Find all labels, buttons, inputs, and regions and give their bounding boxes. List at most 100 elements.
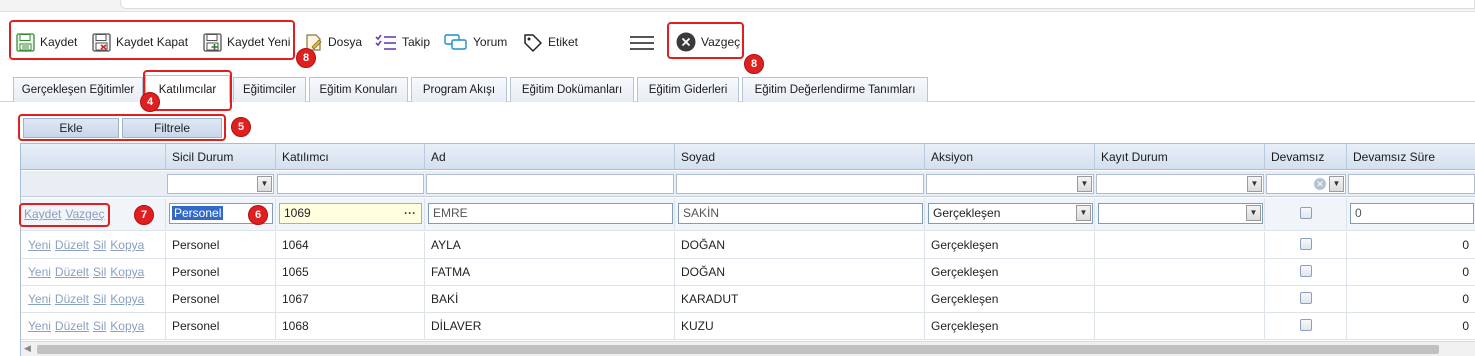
row-delete-link[interactable]: Sil [93,265,106,279]
clear-icon[interactable]: ✕ [1314,178,1326,190]
row-new-link[interactable]: Yeni [28,238,51,252]
tab-egitim-dokumanlari[interactable]: Eğitim Dokümanları [510,77,634,102]
cell-ad: AYLA [425,232,675,258]
row-copy-link[interactable]: Kopya [110,319,144,333]
annotation-badge-8b: 8 [744,54,764,74]
cell-aksiyon: Gerçekleşen [925,286,1095,312]
devamsiz-checkbox[interactable] [1300,319,1312,331]
file-label: Dosya [328,35,363,49]
scroll-left-icon[interactable]: ◀ [24,343,31,354]
follow-button[interactable]: Takip [375,27,430,57]
cell-devamsiz-sure: 0 [1347,259,1475,285]
devamsiz-checkbox[interactable] [1300,292,1312,304]
tab-egitim-konulari[interactable]: Eğitim Konuları [309,77,408,102]
save-new-icon [203,32,222,52]
chevron-down-icon[interactable]: ▼ [1246,205,1261,221]
scrollbar-thumb[interactable] [37,345,1439,354]
annotation-badge-5: 5 [231,117,251,137]
chevron-down-icon[interactable]: ▼ [257,176,272,192]
comment-button[interactable]: Yorum [444,27,507,57]
save-close-label: Kaydet Kapat [116,35,189,49]
header-devamsiz-sure[interactable]: Devamsız Süre [1347,144,1475,170]
row-delete-link[interactable]: Sil [93,292,106,306]
horizontal-scrollbar[interactable]: ◀ [21,341,1475,356]
chevron-down-icon[interactable]: ▼ [1077,176,1092,192]
row-new-link[interactable]: Yeni [28,319,51,333]
filter-sicil-durum-select[interactable]: ▼ [167,174,274,194]
filter-soyad-input[interactable] [676,174,924,194]
save-close-button[interactable]: Kaydet Kapat [92,27,188,57]
cell-sicil-durum: Personel [166,313,276,339]
cell-aksiyon: Gerçekleşen [925,232,1095,258]
cancel-button[interactable]: Vazgeç [676,27,740,57]
row-cancel-link[interactable]: Vazgeç [65,207,104,221]
lookup-ellipsis-icon[interactable]: ··· [401,204,419,223]
row-edit-link[interactable]: Düzelt [55,292,89,306]
row-copy-link[interactable]: Kopya [110,265,144,279]
row-copy-link[interactable]: Kopya [110,238,144,252]
save-new-button[interactable]: Kaydet Yeni [203,27,290,57]
row-copy-link[interactable]: Kopya [110,292,144,306]
edit-katilimci-input[interactable]: 1069 ··· [279,203,422,224]
filter-devamsiz-sure-input[interactable] [1348,174,1475,194]
cell-ad: DİLAVER [425,313,675,339]
devamsiz-checkbox[interactable] [1300,238,1312,250]
edit-soyad-input[interactable]: SAKİN [678,203,923,224]
filter-aksiyon-select[interactable]: ▼ [926,174,1094,194]
cell-sicil-durum: Personel [166,286,276,312]
toolbar: Kaydet Kaydet Kapat Kaydet Yeni Dosya Ta… [0,13,1475,65]
header-aksiyon[interactable]: Aksiyon [925,144,1095,170]
tab-egitim-degerlendirme-tanimlari[interactable]: Eğitim Değerlendirme Tanımları [742,77,928,102]
tag-button[interactable]: Etiket [523,27,578,57]
save-button[interactable]: Kaydet [16,27,77,57]
edit-devamsiz-sure-input[interactable]: 0 [1350,203,1474,224]
filter-ad-input[interactable] [426,174,674,194]
row-new-link[interactable]: Yeni [28,292,51,306]
row-save-link[interactable]: Kaydet [24,207,61,221]
row-edit-link[interactable]: Düzelt [55,319,89,333]
cell-devamsiz [1265,259,1347,285]
edit-sicil-durum-value: Personel [172,206,224,220]
tab-egitim-giderleri[interactable]: Eğitim Giderleri [637,77,739,102]
cell-devamsiz [1265,232,1347,258]
address-field [120,0,1475,9]
row-delete-link[interactable]: Sil [93,238,106,252]
filter-devamsiz-select[interactable]: ✕ ▼ [1266,174,1346,194]
header-katilimci[interactable]: Katılımcı [276,144,425,170]
chevron-down-icon[interactable]: ▼ [1247,176,1262,192]
cell-soyad: DOĞAN [675,259,925,285]
filter-katilimci-input[interactable] [277,174,424,194]
header-soyad[interactable]: Soyad [675,144,925,170]
menu-button[interactable] [629,27,655,57]
filter-kayit-durum-select[interactable]: ▼ [1096,174,1264,194]
row-edit-link[interactable]: Düzelt [55,238,89,252]
chevron-down-icon[interactable]: ▼ [1076,205,1091,221]
annotation-badge-7: 7 [134,205,154,225]
devamsiz-checkbox[interactable] [1300,265,1312,277]
edit-aksiyon-select[interactable]: Gerçekleşen ▼ [928,203,1093,224]
tab-egitimciler[interactable]: Eğitimciler [233,77,306,102]
tab-gerceklesen-egitimler[interactable]: Gerçekleşen Eğitimler [13,77,143,102]
close-circle-icon [676,32,696,52]
chevron-down-icon[interactable]: ▼ [1329,176,1344,192]
edit-devamsiz-checkbox[interactable] [1300,207,1312,219]
row-actions: Yeni Düzelt Sil Kopya [21,286,166,312]
edit-soyad-cell: SAKİN [675,198,925,230]
header-kayit-durum[interactable]: Kayıt Durum [1095,144,1265,170]
save-label: Kaydet [40,35,78,49]
cell-soyad: KUZU [675,313,925,339]
row-new-link[interactable]: Yeni [28,265,51,279]
row-edit-link[interactable]: Düzelt [55,265,89,279]
header-sicil-durum[interactable]: Sicil Durum [166,144,276,170]
table-row: Yeni Düzelt Sil Kopya Personel 1064 AYLA DO… [21,232,1475,259]
cell-sicil-durum: Personel [166,232,276,258]
row-delete-link[interactable]: Sil [93,319,106,333]
tab-program-akisi[interactable]: Program Akışı [411,77,507,102]
add-button[interactable]: Ekle [23,118,119,138]
filter-button[interactable]: Filtrele [122,118,222,138]
header-ad[interactable]: Ad [425,144,675,170]
header-devamsiz[interactable]: Devamsız [1265,144,1347,170]
edit-kayit-durum-select[interactable]: ▼ [1098,203,1263,224]
tab-label: Gerçekleşen Eğitimler [21,84,135,96]
edit-ad-input[interactable]: EMRE [428,203,673,224]
